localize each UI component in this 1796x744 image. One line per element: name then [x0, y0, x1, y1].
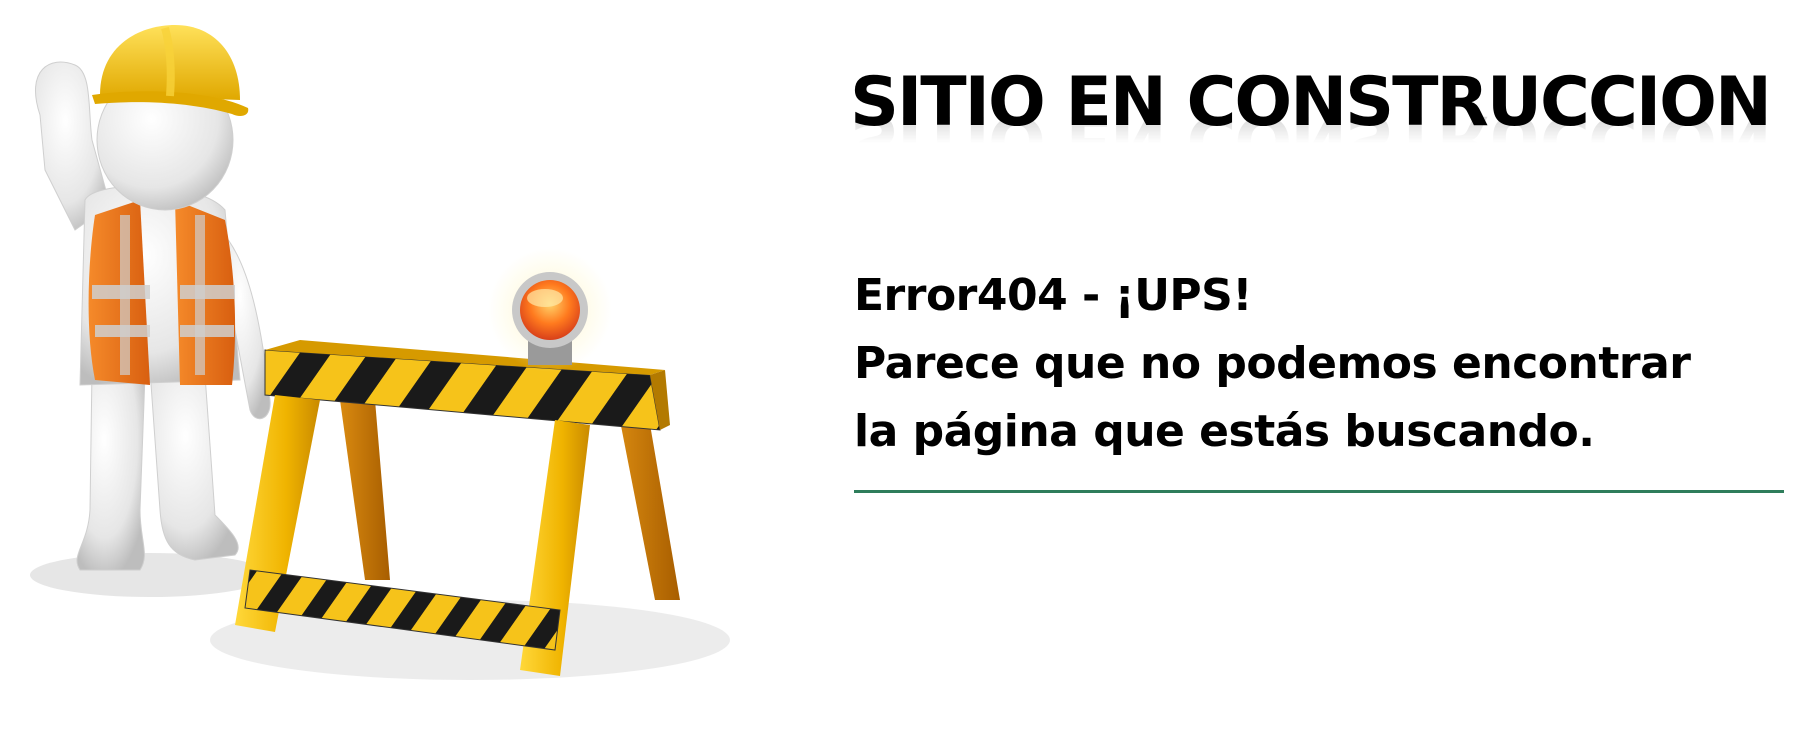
- error-message: Error404 - ¡UPS! Parece que no podemos e…: [854, 262, 1784, 466]
- error-description-line-1: Parece que no podemos encontrar: [854, 338, 1691, 389]
- divider-line: [854, 490, 1784, 493]
- page-title: SITIO EN CONSTRUCCION: [850, 63, 1772, 142]
- under-construction-page: SITIO EN CONSTRUCCION SITIO EN CONSTRUCC…: [0, 0, 1796, 744]
- error-code-line: Error404 - ¡UPS!: [854, 270, 1252, 321]
- error-description-line-2: la página que estás buscando.: [854, 406, 1595, 457]
- title-block: SITIO EN CONSTRUCCION SITIO EN CONSTRUCC…: [850, 58, 1796, 208]
- construction-worker-barrier-icon: [30, 25, 730, 680]
